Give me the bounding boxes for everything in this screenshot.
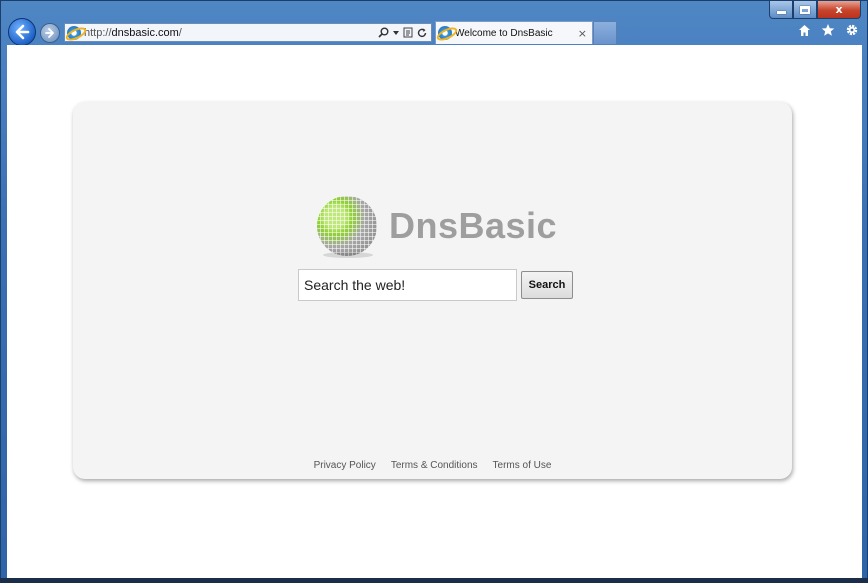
- search-input[interactable]: [298, 269, 517, 301]
- tab-title: Welcome to DnsBasic: [455, 27, 553, 39]
- search-panel: DnsBasic Search Privacy Policy Terms & C…: [73, 102, 792, 479]
- address-tools: [378, 27, 427, 38]
- terms-of-use-link[interactable]: Terms of Use: [493, 460, 552, 471]
- browser-tools: [798, 23, 859, 37]
- back-arrow-icon: [15, 24, 30, 40]
- maximize-icon: [800, 5, 810, 14]
- new-tab-button[interactable]: [593, 21, 617, 44]
- minimize-icon: [776, 10, 786, 14]
- search-form: Search: [298, 269, 573, 301]
- favorites-star-icon[interactable]: [821, 23, 835, 37]
- terms-conditions-link[interactable]: Terms & Conditions: [391, 460, 478, 471]
- tab-favicon-icon: [438, 26, 452, 40]
- url-text[interactable]: http://dnsbasic.com/: [84, 27, 378, 39]
- back-button[interactable]: [8, 18, 36, 46]
- dnsbasic-logo: DnsBasic: [317, 195, 558, 258]
- search-icon[interactable]: [378, 27, 389, 38]
- globe-shadow: [323, 252, 373, 258]
- ie-favicon-icon: [67, 25, 81, 40]
- footer-links: Privacy Policy Terms & Conditions Terms …: [73, 460, 792, 471]
- globe-logo-icon: [317, 196, 377, 256]
- page-viewport: DnsBasic Search Privacy Policy Terms & C…: [7, 45, 862, 578]
- navigation-bar: http://dnsbasic.com/ Welcome to DnsBasic…: [1, 15, 868, 47]
- address-bar[interactable]: http://dnsbasic.com/: [64, 23, 432, 42]
- search-button[interactable]: Search: [521, 271, 573, 299]
- browser-window: x http://dnsbasic.com/ Welcome to DnsBas…: [0, 0, 868, 583]
- forward-button[interactable]: [40, 23, 60, 43]
- home-icon[interactable]: [798, 24, 811, 37]
- brand-name: DnsBasic: [389, 205, 558, 246]
- globe-wrapper: [317, 196, 377, 258]
- privacy-policy-link[interactable]: Privacy Policy: [314, 460, 376, 471]
- tab-close-icon[interactable]: ×: [578, 27, 587, 40]
- tab-welcome[interactable]: Welcome to DnsBasic ×: [435, 21, 593, 44]
- compatibility-view-icon[interactable]: [403, 27, 413, 38]
- settings-gear-icon[interactable]: [845, 23, 859, 37]
- refresh-icon[interactable]: [417, 28, 427, 38]
- dropdown-arrow-icon[interactable]: [393, 30, 399, 35]
- taskbar-edge: [0, 578, 868, 583]
- forward-arrow-icon: [45, 28, 54, 38]
